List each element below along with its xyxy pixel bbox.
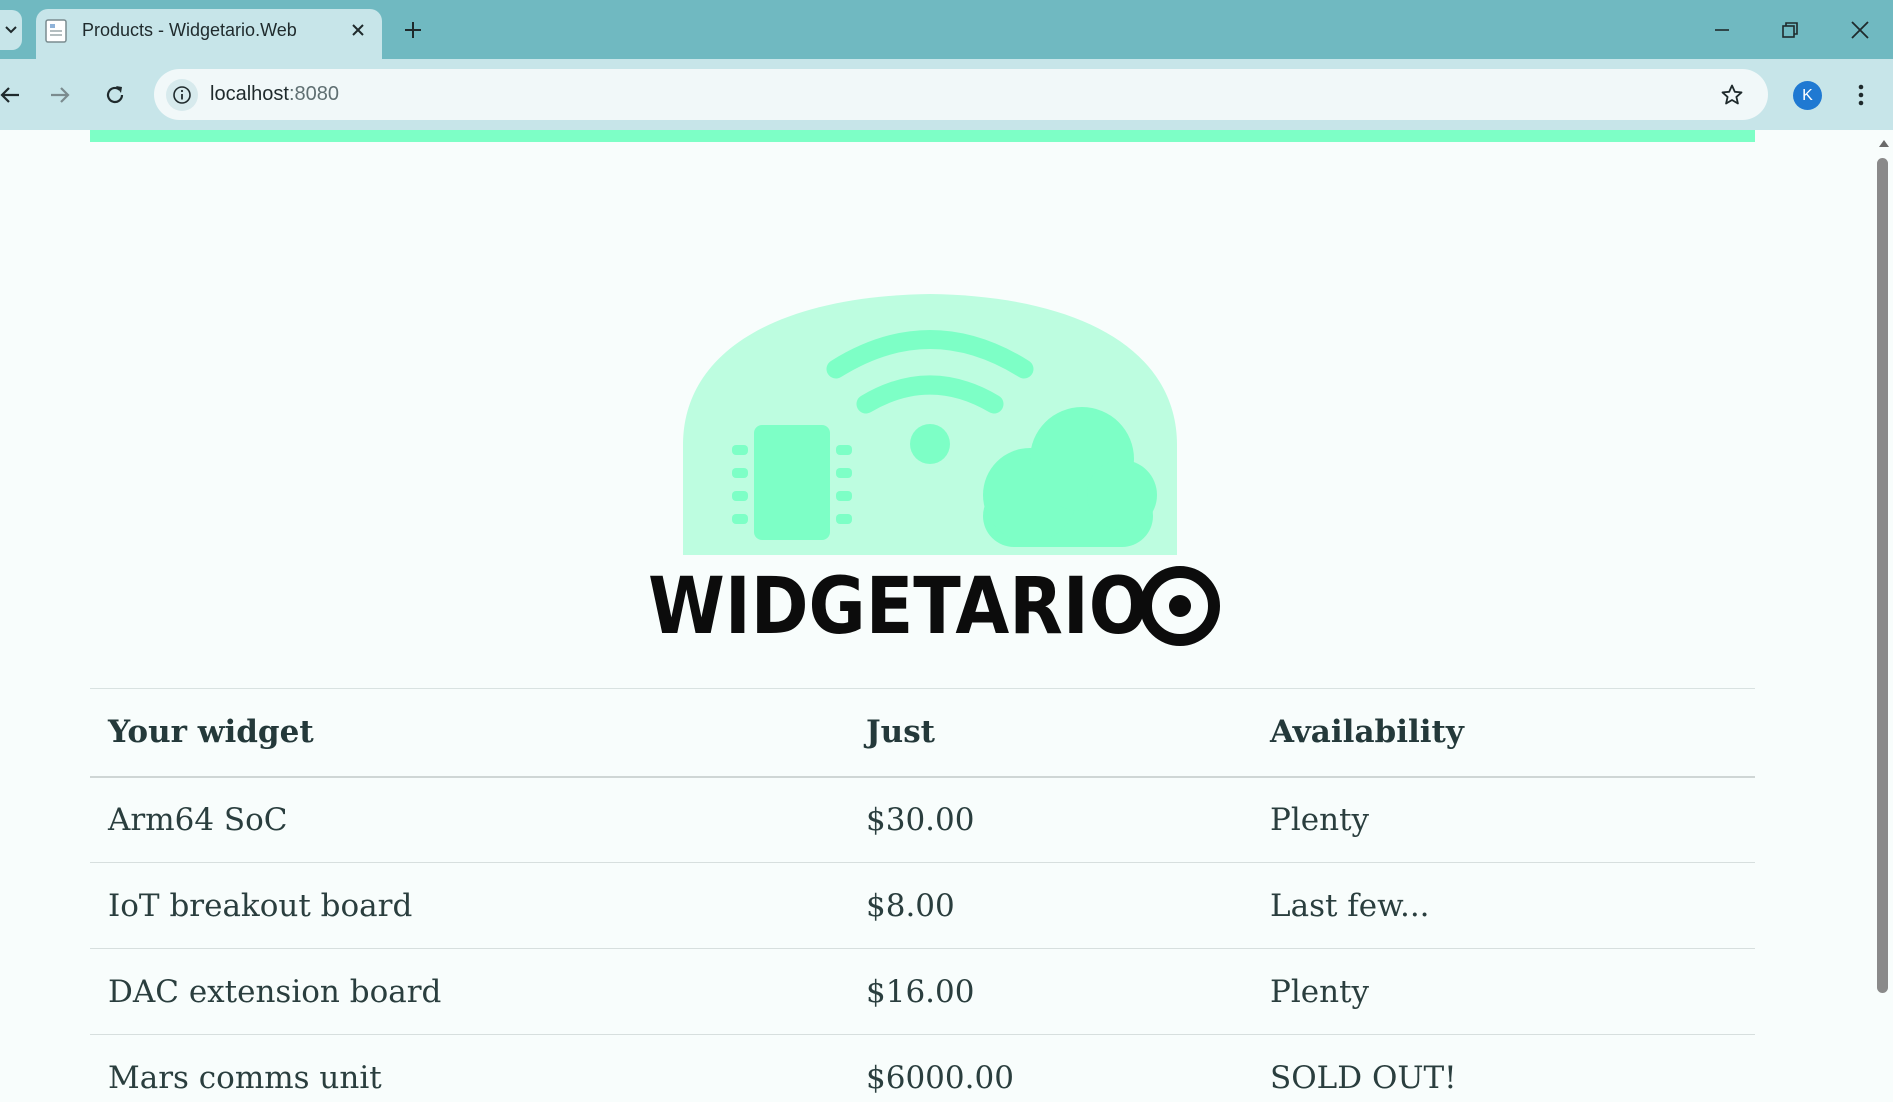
product-availability: Last few... bbox=[1252, 862, 1755, 949]
url-host: localhost bbox=[210, 83, 289, 105]
page-viewport: WIDGETARIO Your widget Just Availability… bbox=[0, 130, 1874, 1102]
site-info-button[interactable] bbox=[166, 79, 198, 111]
header-accent-bar bbox=[90, 130, 1755, 142]
logo-wordmark: WIDGETARIO bbox=[648, 562, 1148, 652]
header-widget: Your widget bbox=[90, 688, 848, 778]
products-table: Your widget Just Availability Arm64 SoC … bbox=[90, 688, 1755, 1102]
scroll-up-button[interactable] bbox=[1874, 136, 1893, 150]
product-name: Arm64 SoC bbox=[90, 776, 848, 863]
page-favicon-icon bbox=[45, 19, 67, 43]
restore-icon bbox=[1782, 22, 1798, 38]
product-price: $8.00 bbox=[848, 862, 1252, 949]
product-availability: Plenty bbox=[1252, 776, 1755, 863]
star-icon bbox=[1721, 84, 1743, 105]
header-availability: Availability bbox=[1252, 688, 1755, 778]
browser-menu-button[interactable] bbox=[1846, 79, 1876, 111]
more-vertical-icon bbox=[1858, 84, 1864, 106]
product-availability: SOLD OUT! bbox=[1252, 1034, 1755, 1102]
table-row: IoT breakout board $8.00 Last few... bbox=[90, 862, 1755, 949]
forward-button[interactable] bbox=[42, 77, 78, 113]
tab-search-button[interactable] bbox=[0, 10, 22, 50]
scrollbar-thumb[interactable] bbox=[1877, 158, 1888, 993]
product-name: IoT breakout board bbox=[90, 862, 848, 949]
product-availability: Plenty bbox=[1252, 948, 1755, 1035]
profile-avatar[interactable]: K bbox=[1793, 81, 1822, 110]
url-port: :8080 bbox=[288, 83, 339, 105]
product-price: $30.00 bbox=[848, 776, 1252, 863]
bookmark-button[interactable] bbox=[1716, 79, 1748, 111]
arrow-right-icon bbox=[51, 87, 70, 103]
product-name: DAC extension board bbox=[90, 948, 848, 1035]
product-price: $16.00 bbox=[848, 948, 1252, 1035]
chevron-down-icon bbox=[5, 26, 17, 34]
plus-icon bbox=[405, 22, 421, 38]
arrow-left-icon bbox=[0, 87, 19, 103]
table-row: DAC extension board $16.00 Plenty bbox=[90, 948, 1755, 1035]
reload-icon bbox=[106, 86, 124, 104]
widgetario-logo: WIDGETARIO bbox=[648, 294, 1220, 652]
close-icon bbox=[352, 24, 364, 36]
product-name: Mars comms unit bbox=[90, 1034, 848, 1102]
url-text: localhost:8080 bbox=[210, 83, 339, 106]
address-bar[interactable] bbox=[154, 69, 1768, 120]
table-row: Arm64 SoC $30.00 Plenty bbox=[90, 776, 1755, 863]
logo-target-icon bbox=[1140, 566, 1220, 646]
new-tab-button[interactable] bbox=[398, 15, 428, 45]
tab-close-button[interactable] bbox=[345, 17, 371, 43]
minimize-icon bbox=[1715, 29, 1729, 31]
header-price: Just bbox=[848, 688, 1252, 778]
info-icon bbox=[173, 86, 191, 104]
product-price: $6000.00 bbox=[848, 1034, 1252, 1102]
minimize-button[interactable] bbox=[1694, 8, 1750, 52]
back-button[interactable] bbox=[0, 77, 28, 113]
tab-title: Products - Widgetario.Web bbox=[82, 20, 297, 40]
reload-button[interactable] bbox=[97, 77, 133, 113]
table-row: Mars comms unit $6000.00 SOLD OUT! bbox=[90, 1034, 1755, 1102]
triangle-up-icon bbox=[1878, 140, 1889, 147]
table-header-row: Your widget Just Availability bbox=[90, 688, 1755, 778]
window-close-button[interactable] bbox=[1832, 8, 1888, 52]
restore-button[interactable] bbox=[1762, 8, 1818, 52]
close-icon bbox=[1851, 21, 1869, 39]
